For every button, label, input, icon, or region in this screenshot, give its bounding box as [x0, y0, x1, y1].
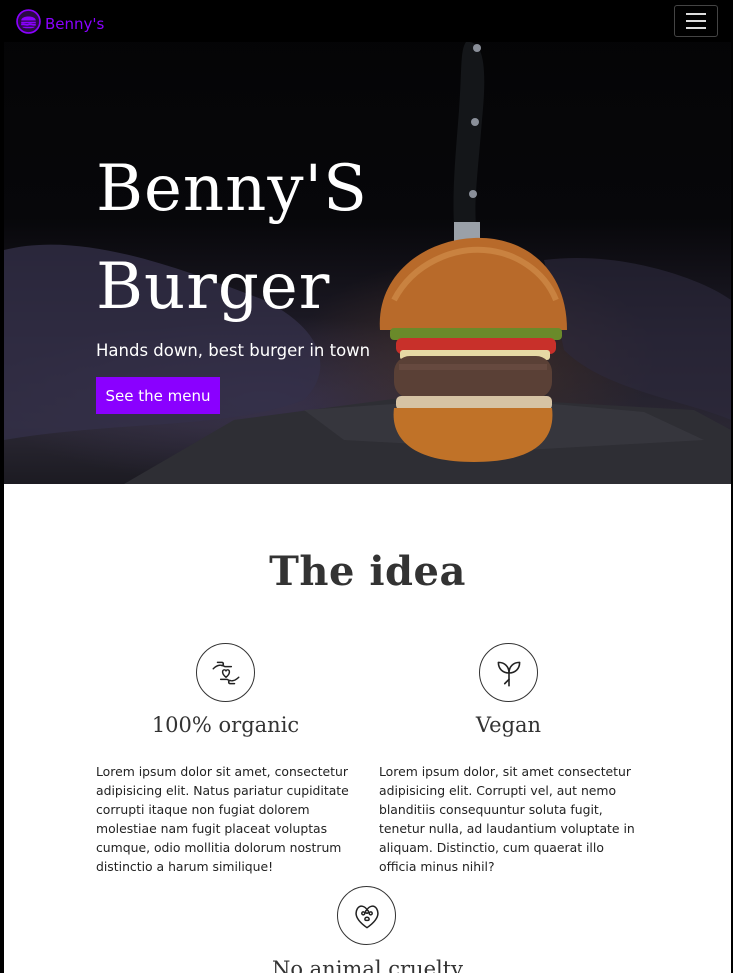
section-title: The idea — [269, 548, 466, 595]
hero-title: Benny'S Burger — [96, 140, 368, 336]
hamburger-bar — [686, 20, 706, 22]
hamburger-menu-icon — [686, 13, 706, 15]
hamburger-bar — [686, 27, 706, 29]
feature-text-organic: Lorem ipsum dolor sit amet, consectetur … — [96, 764, 349, 874]
hero-title-line-2: Burger — [96, 250, 331, 324]
feature-text-vegan: Lorem ipsum dolor, sit amet consectetur … — [379, 764, 635, 874]
paw-heart-icon — [337, 886, 396, 945]
feature-title-cruelty-free: No animal cruelty — [271, 957, 464, 973]
sprout-icon — [479, 643, 538, 702]
see-menu-button[interactable]: See the menu — [96, 377, 220, 414]
navbar: Benny's — [4, 0, 731, 42]
hero-subtitle: Hands down, best burger in town — [96, 341, 371, 360]
burger-icon — [16, 9, 41, 38]
hero-section: Benny'S Burger Hands down, best burger i… — [4, 0, 731, 484]
brand-name: Benny's — [45, 14, 105, 33]
navbar-toggle-button[interactable] — [674, 5, 718, 37]
page: Benny'S Burger Hands down, best burger i… — [4, 0, 731, 973]
hands-heart-icon — [196, 643, 255, 702]
brand-link[interactable]: Benny's — [16, 9, 104, 38]
hero-title-line-1: Benny'S — [96, 152, 368, 226]
feature-title-organic: 100% organic — [151, 713, 300, 737]
feature-title-vegan: Vegan — [475, 713, 542, 737]
